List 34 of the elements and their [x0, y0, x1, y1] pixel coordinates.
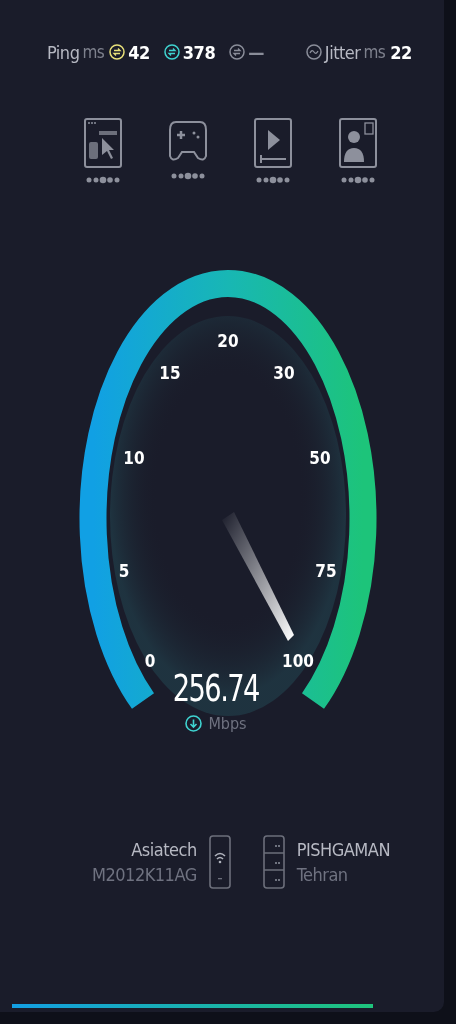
scale-label: 30 — [273, 363, 295, 383]
server-icon — [262, 835, 285, 889]
rating-dots — [171, 172, 205, 180]
scale-label: 10 — [123, 448, 145, 468]
device-model: M2012K11AG — [92, 864, 197, 885]
browser-cursor-icon — [84, 118, 122, 168]
server-city: Tehran — [296, 864, 349, 885]
gamepad-icon — [168, 118, 208, 164]
download-icon — [185, 715, 203, 732]
stat-unit: ms — [82, 42, 105, 62]
scale-label: 50 — [309, 448, 331, 468]
server-name: PISHGAMAN — [296, 839, 390, 860]
rating-dots — [256, 176, 290, 184]
stat-value: — — [248, 41, 264, 63]
scale-label: 5 — [118, 561, 130, 581]
scale-label: 0 — [144, 651, 156, 671]
stat-label: Jitter — [324, 41, 361, 63]
stat-value: 22 — [390, 41, 412, 63]
scale-label: 15 — [159, 363, 181, 383]
phone-wifi-icon — [208, 835, 231, 889]
video-call-icon — [339, 118, 377, 168]
stat-value: 42 — [128, 41, 150, 63]
provider-name: Asiatech — [131, 839, 197, 860]
speed-value: 256.74 — [172, 666, 260, 710]
scale-label: 100 — [282, 651, 314, 671]
scale-label: 20 — [217, 331, 239, 351]
rating-dots — [341, 176, 375, 184]
stat-unit: ms — [363, 42, 386, 62]
scale-label: 75 — [315, 561, 337, 581]
video-player-icon — [254, 118, 292, 168]
stat-label: Ping — [47, 41, 80, 63]
rating-dots — [86, 176, 120, 184]
speed-unit: Mbps — [208, 714, 247, 733]
stat-value: 378 — [182, 41, 216, 63]
